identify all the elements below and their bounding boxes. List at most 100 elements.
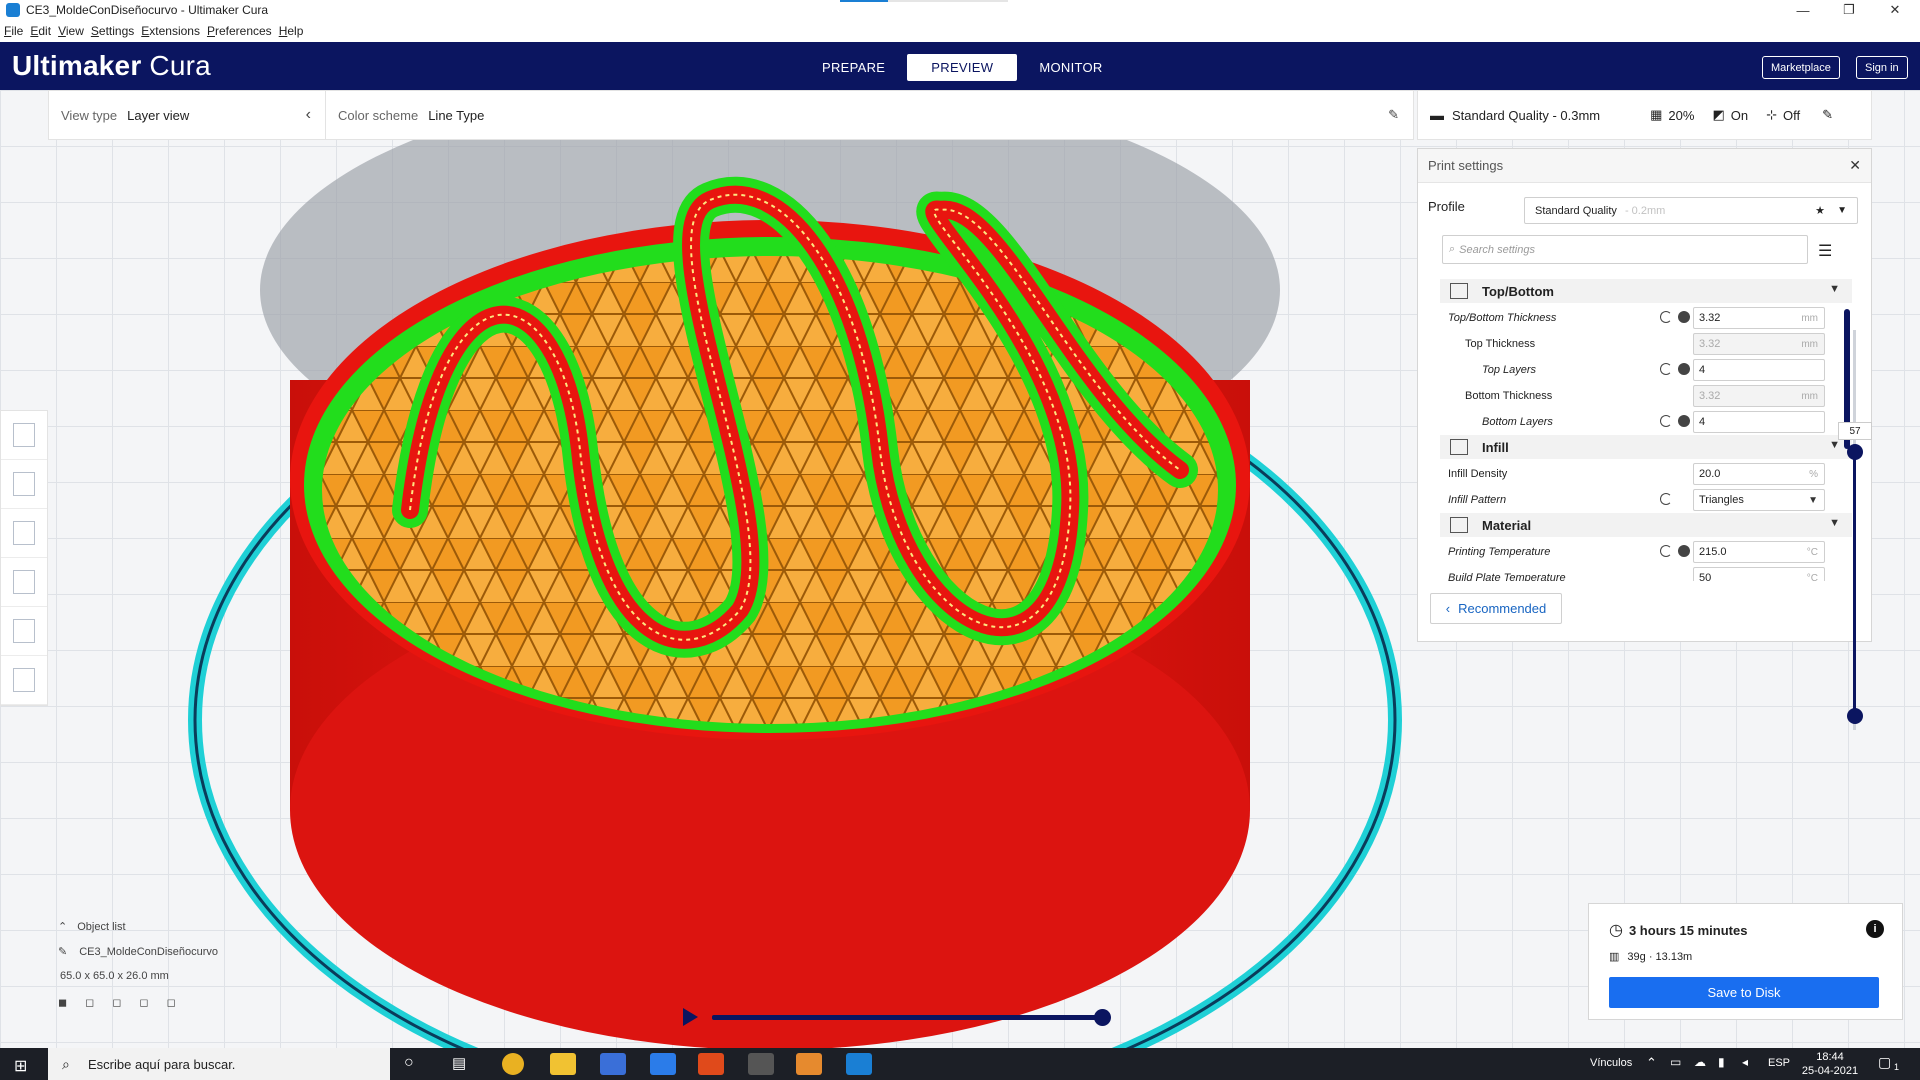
pencil-icon[interactable]: ✎ xyxy=(1388,107,1399,123)
fusion-icon[interactable] xyxy=(796,1053,822,1075)
mail-icon[interactable] xyxy=(650,1053,676,1075)
edit-print-setup-icon[interactable]: ✎ xyxy=(1822,107,1833,123)
color-scheme-selector[interactable]: Color scheme Line Type ✎ xyxy=(326,107,1413,123)
menu-view[interactable]: View xyxy=(58,24,84,38)
settings-menu-icon[interactable]: ☰ xyxy=(1818,241,1832,261)
path-slider-track[interactable] xyxy=(712,1015,1104,1020)
cura-taskbar-icon[interactable] xyxy=(846,1053,872,1075)
network-icon[interactable]: ▭ xyxy=(1670,1055,1681,1069)
info-icon[interactable] xyxy=(1678,545,1690,557)
bottom-thickness-field[interactable]: 3.32 mm xyxy=(1693,385,1825,407)
per-model-settings-button[interactable] xyxy=(1,607,47,656)
reset-icon[interactable] xyxy=(1660,493,1672,505)
top-layers-field[interactable]: 4 xyxy=(1693,359,1825,381)
path-slider-handle[interactable] xyxy=(1094,1009,1111,1026)
menu-file[interactable]: File xyxy=(4,24,23,38)
chrome-icon[interactable] xyxy=(502,1053,524,1075)
language-indicator[interactable]: ESP xyxy=(1768,1057,1790,1069)
view-type-selector[interactable]: View type Layer view ‹ xyxy=(49,106,325,124)
file-explorer-icon[interactable] xyxy=(550,1053,576,1075)
move-tool-button[interactable] xyxy=(1,411,47,460)
menu-help[interactable]: Help xyxy=(279,24,304,38)
store-icon[interactable] xyxy=(600,1053,626,1075)
category-material[interactable]: Material ▼ xyxy=(1440,513,1852,537)
reset-icon[interactable] xyxy=(1660,363,1672,375)
battery-icon[interactable]: ▮ xyxy=(1718,1055,1725,1069)
setting-infill-density: Infill Density 20.0% xyxy=(1440,461,1852,487)
tab-prepare[interactable]: PREPARE xyxy=(800,54,907,81)
info-icon[interactable]: i xyxy=(1866,920,1884,938)
reset-icon[interactable] xyxy=(1660,311,1672,323)
close-icon[interactable]: ✕ xyxy=(1849,157,1861,174)
maximize-button[interactable]: ❐ xyxy=(1826,0,1872,20)
category-top-bottom[interactable]: Top/Bottom ▼ xyxy=(1440,279,1852,303)
windows-taskbar: ⊞ ⌕ Escribe aquí para buscar. ○ ▤ Víncul… xyxy=(0,1048,1920,1080)
clock[interactable]: 18:44 25-04-2021 xyxy=(1800,1050,1860,1078)
office-icon[interactable] xyxy=(698,1053,724,1075)
windows-start-icon[interactable]: ⊞ xyxy=(14,1056,27,1076)
chevron-down-icon: ▼ xyxy=(1829,283,1840,295)
view-type-label: View type xyxy=(61,107,118,123)
minimize-button[interactable]: — xyxy=(1780,0,1826,20)
taskbar-search-input[interactable]: ⌕ Escribe aquí para buscar. xyxy=(48,1048,390,1080)
cloud-icon[interactable]: ☁ xyxy=(1694,1055,1706,1069)
reset-icon[interactable] xyxy=(1660,415,1672,427)
play-button[interactable] xyxy=(683,1008,698,1026)
cortana-icon[interactable]: ○ xyxy=(404,1054,414,1072)
reset-icon[interactable] xyxy=(1660,545,1672,557)
tray-chevron-icon[interactable]: ⌃ xyxy=(1646,1055,1657,1071)
info-icon[interactable] xyxy=(1678,363,1690,375)
top-thickness-field[interactable]: 3.32 mm xyxy=(1693,333,1825,355)
profile-dropdown[interactable]: Standard Quality - 0.2mm ★ ▼ xyxy=(1524,197,1858,224)
search-icon: ⌕ xyxy=(62,1055,70,1072)
3d-view-icon[interactable]: ◼ xyxy=(58,996,67,1009)
task-view-icon[interactable]: ▤ xyxy=(452,1054,466,1072)
recommended-button[interactable]: ‹ Recommended xyxy=(1430,593,1562,624)
build-plate-temperature-field[interactable]: 50 °C xyxy=(1693,567,1825,581)
layer-number-input[interactable]: 57 xyxy=(1838,422,1872,440)
layer-slider-upper-handle[interactable] xyxy=(1847,444,1863,460)
infill-density-field[interactable]: 20.0% xyxy=(1693,463,1825,485)
top-view-icon[interactable]: ◻ xyxy=(112,996,121,1009)
menu-settings[interactable]: Settings xyxy=(91,24,134,38)
infill-pattern-dropdown[interactable]: Triangles ▼ xyxy=(1693,489,1825,511)
info-icon[interactable] xyxy=(1678,311,1690,323)
left-view-icon[interactable]: ◻ xyxy=(139,996,148,1009)
chevron-down-icon: ▼ xyxy=(1837,205,1847,216)
printing-temperature-field[interactable]: 215.0 °C xyxy=(1693,541,1825,563)
tab-monitor[interactable]: MONITOR xyxy=(1017,54,1124,81)
save-to-disk-button[interactable]: Save to Disk xyxy=(1609,977,1879,1008)
settings-gear-icon[interactable] xyxy=(748,1053,774,1075)
print-setup-bar[interactable]: ▬ Standard Quality - 0.3mm ▦ 20% ◩ On ⊹ … xyxy=(1417,90,1872,140)
sign-in-button[interactable]: Sign in xyxy=(1856,56,1908,79)
object-name-row[interactable]: ✎ CE3_MoldeConDiseñocurvo xyxy=(58,945,218,959)
bottom-layers-field[interactable]: 4 xyxy=(1693,411,1825,433)
right-view-icon[interactable]: ◻ xyxy=(167,996,176,1009)
scale-tool-button[interactable] xyxy=(1,460,47,509)
tab-preview[interactable]: PREVIEW xyxy=(907,54,1018,81)
notifications-icon[interactable]: ▢ xyxy=(1878,1054,1891,1071)
marketplace-button[interactable]: Marketplace xyxy=(1762,56,1840,79)
settings-list: Top/Bottom ▼ Top/Bottom Thickness 3.32 mm… xyxy=(1440,279,1852,581)
menu-edit[interactable]: Edit xyxy=(30,24,51,38)
object-list-toggle[interactable]: ⌃ Object list xyxy=(58,920,218,934)
info-icon[interactable] xyxy=(1678,415,1690,427)
support-blocker-button[interactable] xyxy=(1,656,47,705)
mirror-tool-button[interactable] xyxy=(1,558,47,607)
close-window-button[interactable]: ✕ xyxy=(1872,0,1918,20)
volume-icon[interactable]: ◂ xyxy=(1742,1055,1748,1069)
menu-preferences[interactable]: Preferences xyxy=(207,24,272,38)
search-settings-input[interactable]: ⌕ Search settings xyxy=(1442,235,1808,264)
infill-category-icon xyxy=(1450,439,1468,455)
category-infill[interactable]: Infill ▼ xyxy=(1440,435,1852,459)
top-bottom-thickness-field[interactable]: 3.32 mm xyxy=(1693,307,1825,329)
chevron-up-icon: ⌃ xyxy=(58,921,68,933)
print-settings-title: Print settings xyxy=(1428,158,1504,173)
layer-slider-lower-handle[interactable] xyxy=(1847,708,1863,724)
menu-extensions[interactable]: Extensions xyxy=(141,24,200,38)
front-view-icon[interactable]: ◻ xyxy=(85,996,94,1009)
rotate-tool-button[interactable] xyxy=(1,509,47,558)
links-label[interactable]: Vínculos xyxy=(1590,1057,1632,1069)
star-icon[interactable]: ★ xyxy=(1815,204,1825,217)
chevron-left-icon[interactable]: ‹ xyxy=(306,106,311,124)
